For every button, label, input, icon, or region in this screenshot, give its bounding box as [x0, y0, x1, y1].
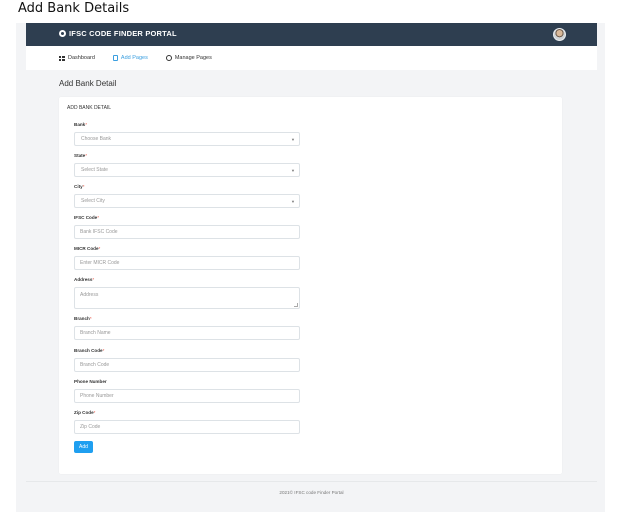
- ifsc-placeholder: Bank IFSC Code: [80, 229, 118, 235]
- ifsc-input[interactable]: Bank IFSC Code: [74, 225, 300, 239]
- state-select[interactable]: Select State ▼: [74, 163, 300, 177]
- branch-code-label: Branch Code*: [74, 348, 105, 353]
- state-label: State*: [74, 153, 88, 158]
- phone-input[interactable]: Phone Number: [74, 389, 300, 403]
- phone-label: Phone Number: [74, 379, 107, 384]
- chevron-down-icon: ▼: [291, 137, 295, 142]
- ifsc-label: IFSC Code*: [74, 215, 100, 220]
- bank-select[interactable]: Choose Bank ▼: [74, 132, 300, 146]
- nav-manage-pages[interactable]: Manage Pages: [165, 55, 212, 61]
- zip-placeholder: Zip Code: [80, 424, 101, 430]
- document-heading: Add Bank Details: [18, 1, 130, 16]
- state-select-value: Select State: [81, 167, 108, 173]
- nav-dashboard-label: Dashboard: [68, 55, 95, 61]
- top-bar: IFSC CODE FINDER PORTAL: [26, 23, 597, 46]
- address-textarea[interactable]: Address: [74, 287, 300, 309]
- add-button[interactable]: Add: [74, 441, 93, 453]
- nav-dashboard[interactable]: Dashboard: [59, 55, 95, 61]
- bank-select-value: Choose Bank: [81, 136, 112, 142]
- address-label: Address*: [74, 277, 95, 282]
- form-card: ADD BANK DETAIL Bank* Choose Bank ▼ Stat…: [59, 97, 562, 474]
- card-title: ADD BANK DETAIL: [67, 105, 112, 111]
- nav-add-pages[interactable]: Add Pages: [112, 55, 148, 61]
- city-select[interactable]: Select City ▼: [74, 194, 300, 208]
- brand-logo-icon: [59, 30, 66, 37]
- micr-input[interactable]: Enter MICR Code: [74, 256, 300, 270]
- nav-add-pages-label: Add Pages: [120, 55, 148, 61]
- brand[interactable]: IFSC CODE FINDER PORTAL: [59, 29, 177, 38]
- branch-code-input[interactable]: Branch Code: [74, 358, 300, 372]
- dashboard-icon: [59, 55, 65, 61]
- micr-label: MICR Code*: [74, 246, 101, 251]
- file-icon: [112, 55, 118, 61]
- chevron-down-icon: ▼: [291, 199, 295, 204]
- phone-placeholder: Phone Number: [80, 393, 114, 399]
- app-window: IFSC CODE FINDER PORTAL Dashboard Add Pa…: [16, 23, 605, 512]
- footer: 2021© IFSC code Finder Portal: [26, 481, 597, 503]
- city-select-value: Select City: [81, 198, 105, 204]
- user-avatar[interactable]: [553, 28, 566, 41]
- branch-label: Branch*: [74, 316, 92, 321]
- gear-icon: [165, 55, 172, 61]
- branch-input[interactable]: Branch Name: [74, 326, 300, 340]
- main-nav: Dashboard Add Pages Manage Pages: [26, 46, 597, 70]
- bank-label: Bank*: [74, 122, 88, 127]
- nav-manage-pages-label: Manage Pages: [174, 55, 212, 61]
- zip-input[interactable]: Zip Code: [74, 420, 300, 434]
- zip-label: Zip Code*: [74, 410, 96, 415]
- branch-code-placeholder: Branch Code: [80, 362, 110, 368]
- micr-placeholder: Enter MICR Code: [80, 260, 120, 266]
- resize-handle-icon[interactable]: [294, 303, 298, 307]
- page-title: Add Bank Detail: [59, 79, 117, 88]
- brand-title: IFSC CODE FINDER PORTAL: [69, 29, 177, 38]
- address-placeholder: Address: [80, 292, 99, 298]
- city-label: City*: [74, 184, 85, 189]
- chevron-down-icon: ▼: [291, 168, 295, 173]
- branch-placeholder: Branch Name: [80, 330, 111, 336]
